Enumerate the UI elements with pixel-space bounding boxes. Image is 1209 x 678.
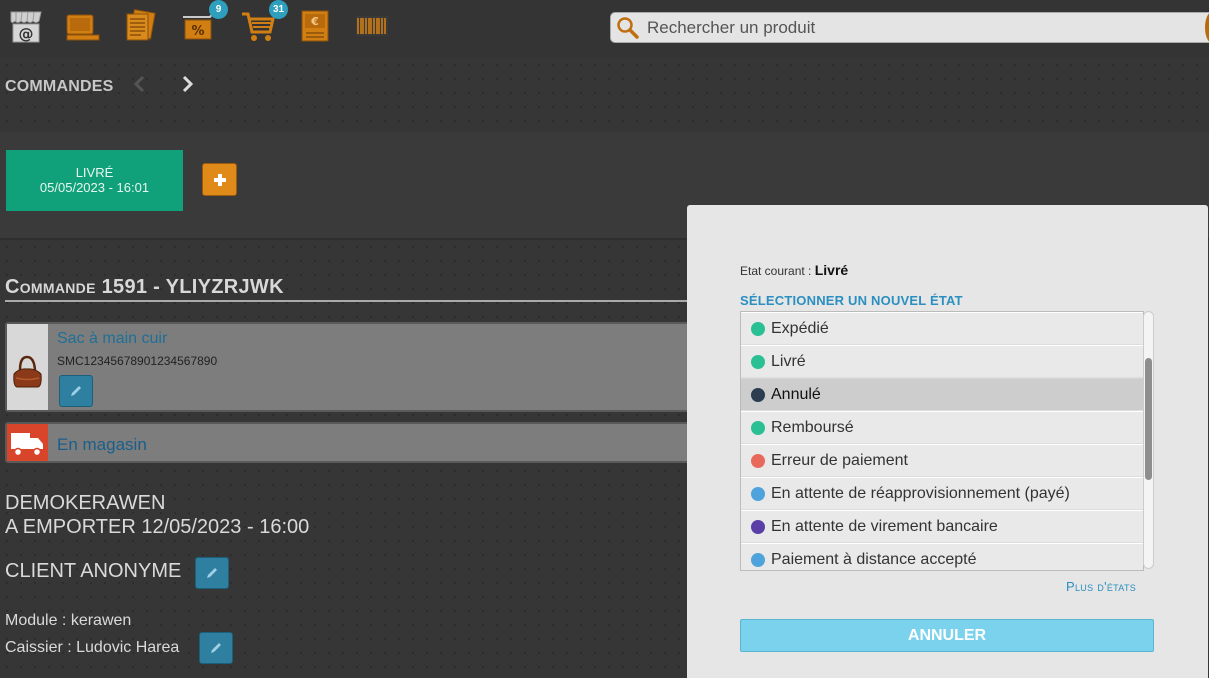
state-list-scrollbar[interactable] [1143,311,1154,569]
state-option-label: Annulé [771,385,821,403]
customer-info: DEMOKERAWEN A EMPORTER 12/05/2023 - 16:0… [5,491,309,539]
discount-icon[interactable]: % 9 [180,0,228,44]
status-dot-icon [751,420,765,435]
commandes-header: COMMANDES [0,58,1209,132]
state-option-label: Expédié [771,319,829,337]
state-option-expedie[interactable]: Expédié [741,312,1143,345]
pos-terminal-icon[interactable] [64,8,100,44]
state-option-attente-virement[interactable]: En attente de virement bancaire [741,510,1143,543]
state-option-label: En attente de virement bancaire [771,517,998,535]
cashier-info: Caissier : Ludovic Harea [5,639,180,656]
client-name: CLIENT ANONYME [5,560,182,582]
pickup-info: A EMPORTER 12/05/2023 - 16:00 [5,516,310,538]
more-states-link[interactable]: Plus d'états [1066,579,1136,594]
state-option-label: En attente de réapprovisionnement (payé) [771,484,1070,502]
previous-arrow-icon[interactable] [133,75,147,99]
shop-online-icon[interactable]: @ [8,8,44,44]
current-state: Etat courant : Livré [740,262,848,278]
order-state-tile[interactable]: LIVRÉ 05/05/2023 - 16:01 [6,150,183,211]
search-bar[interactable] [610,12,1209,43]
svg-text:€: € [310,15,319,28]
state-option-paiement-distance[interactable]: Paiement à distance accepté [741,543,1143,570]
plus-icon [213,174,226,186]
state-option-label: Paiement à distance accepté [771,550,977,568]
shop-name: DEMOKERAWEN [5,492,166,514]
state-option-label: Livré [771,352,806,370]
edit-cashier-button[interactable] [199,632,233,664]
product-reference: SMC12345678901234567890 [57,354,218,368]
state-tile-date: 05/05/2023 - 16:01 [39,180,150,195]
delivery-truck-icon [7,424,48,461]
order-title-rest: 1591 - YLIYZRJWK [101,276,284,298]
state-tile-label: LIVRÉ [75,165,114,180]
status-dot-icon [751,354,765,369]
search-input[interactable] [647,13,1187,42]
status-dot-icon [751,552,765,567]
pencil-icon [211,643,221,653]
search-icon[interactable] [616,16,640,45]
state-option-rembourse[interactable]: Remboursé [741,411,1143,444]
status-dot-icon [751,321,765,336]
product-image [7,324,48,410]
edit-client-button[interactable] [195,557,229,589]
edit-product-button[interactable] [59,375,93,407]
cart-badge: 31 [269,0,288,19]
search-edge-icon [1205,12,1209,43]
barcode-icon[interactable] [354,8,390,44]
product-line[interactable]: Sac à main cuir SMC12345678901234567890 [5,322,705,412]
status-dot-icon [751,519,765,534]
product-name[interactable]: Sac à main cuir [57,330,167,348]
state-option-livre[interactable]: Livré [741,345,1143,378]
state-option-attente-reappro[interactable]: En attente de réapprovisionnement (payé) [741,477,1143,510]
handbag-icon [13,355,42,388]
state-option-erreur-paiement[interactable]: Erreur de paiement [741,444,1143,477]
select-state-title: SÉLECTIONNER UN NOUVEL ÉTAT [740,293,963,308]
status-dot-icon [751,387,765,402]
add-state-button[interactable] [202,163,237,196]
cancel-button[interactable]: ANNULER [740,619,1154,652]
svg-text:%: % [191,24,204,39]
pencil-icon [207,568,217,578]
commandes-title: COMMANDES [5,78,114,95]
module-info: Module : kerawen [5,612,132,629]
cart-icon[interactable]: 31 [240,0,288,44]
pencil-icon [71,386,81,396]
order-title: Commande 1591 - YLIYZRJWK [5,276,284,299]
state-option-annule[interactable]: Annulé [741,378,1143,411]
order-title-prefix: Commande [5,276,96,298]
discount-badge: 9 [209,0,228,19]
top-toolbar: @ % 9 31 € Rechercher un produit [0,0,1209,58]
scrollbar-thumb[interactable] [1145,358,1152,480]
next-arrow-icon[interactable] [180,75,194,99]
current-state-value: Livré [814,262,849,278]
cash-register-icon[interactable]: € [298,8,334,44]
status-dot-icon [751,486,765,501]
state-option-label: Erreur de paiement [771,451,908,469]
catalog-icon[interactable] [121,8,157,44]
svg-text:@: @ [19,25,34,43]
status-dot-icon [751,453,765,468]
state-list: Expédié Livré Annulé Remboursé Erreur de… [740,311,1144,571]
delivery-mode: En magasin [57,435,147,454]
state-selection-modal: Etat courant : Livré SÉLECTIONNER UN NOU… [687,205,1208,678]
current-state-label: Etat courant : [740,264,812,278]
delivery-line[interactable]: En magasin [5,422,705,463]
state-option-label: Remboursé [771,418,854,436]
title-underline [5,300,695,302]
